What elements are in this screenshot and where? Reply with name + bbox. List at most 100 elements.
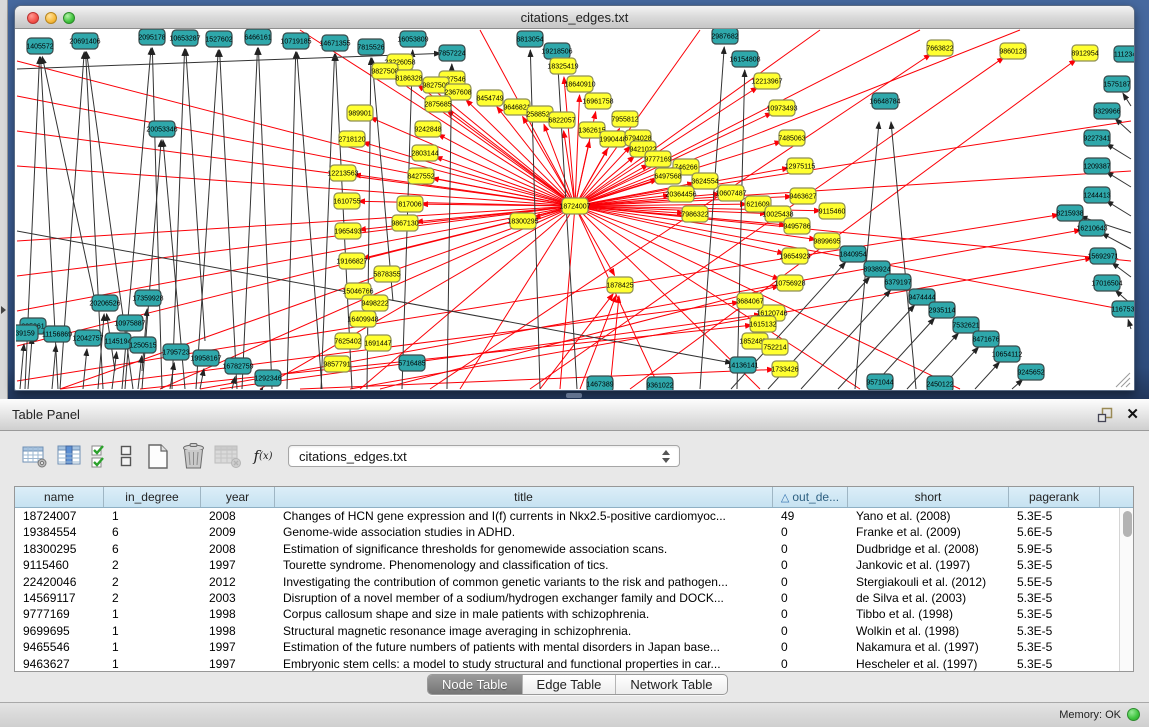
graph-node[interactable]: 989901 xyxy=(347,105,373,121)
graph-node[interactable]: 10973493 xyxy=(766,100,797,116)
tab-network-table[interactable]: Network Table xyxy=(616,675,726,694)
graph-node[interactable]: 2718120 xyxy=(338,131,365,147)
graph-node[interactable]: 3624554 xyxy=(691,173,718,189)
table-row[interactable]: 1830029562008Estimation of significance … xyxy=(15,541,1133,557)
graph-node[interactable]: 2875685 xyxy=(424,96,451,112)
tab-edge-table[interactable]: Edge Table xyxy=(523,675,617,694)
graph-node[interactable]: 8215938 xyxy=(1056,205,1083,221)
graph-node[interactable]: 19654923 xyxy=(779,248,810,264)
split-pane-handle[interactable] xyxy=(566,393,582,398)
graph-node[interactable]: 9571044 xyxy=(866,374,893,390)
graph-node[interactable]: 16154808 xyxy=(729,51,760,67)
graph-node[interactable]: 9899695 xyxy=(813,233,840,249)
graph-node[interactable]: 39159 xyxy=(16,325,38,341)
graph-node[interactable]: 817006 xyxy=(397,196,423,212)
graph-node[interactable]: 7663822 xyxy=(926,40,953,56)
graph-node[interactable]: 1615132 xyxy=(749,316,776,332)
graph-node[interactable]: 14136141 xyxy=(727,357,758,373)
graph-node[interactable]: 10756928 xyxy=(774,275,805,291)
table-row[interactable]: 911546021997Tourette syndrome. Phenomeno… xyxy=(15,557,1133,573)
table-row[interactable]: 969969511998Structural magnetic resonanc… xyxy=(15,623,1133,639)
graph-node[interactable]: 1292346 xyxy=(254,370,281,386)
graph-node[interactable]: 18325419 xyxy=(547,58,578,74)
graph-node[interactable]: 1610755 xyxy=(333,193,360,209)
graph-node[interactable]: 17359928 xyxy=(132,290,163,306)
graph-node[interactable]: 1250515 xyxy=(129,337,156,353)
graph-node[interactable]: 6379197 xyxy=(884,274,911,290)
graph-node[interactable]: 6822057 xyxy=(548,112,575,128)
graph-node[interactable]: 19218506 xyxy=(541,43,572,59)
graph-node[interactable]: 9857791 xyxy=(323,356,350,372)
graph-node[interactable]: 752214 xyxy=(762,339,788,355)
graph-node[interactable]: 2803144 xyxy=(411,145,438,161)
graph-node[interactable]: 6466161 xyxy=(244,29,271,45)
graph-node[interactable]: 1795723 xyxy=(162,344,189,360)
graph-node[interactable]: 20364456 xyxy=(665,186,696,202)
column-header-out_de[interactable]: △out_de... xyxy=(773,487,848,507)
graph-node[interactable]: 1167533 xyxy=(1112,301,1134,317)
graph-node[interactable]: 7625402 xyxy=(334,333,361,349)
table-selector-dropdown[interactable]: citations_edges.txt xyxy=(288,445,680,467)
graph-node[interactable]: 16782759 xyxy=(222,358,253,374)
graph-node[interactable]: 12213967 xyxy=(751,73,782,89)
graph-node[interactable]: 1733426 xyxy=(771,361,798,377)
graph-node[interactable]: 2450122 xyxy=(926,376,953,390)
graph-node[interactable]: 1244413 xyxy=(1083,187,1110,203)
float-panel-icon[interactable] xyxy=(1097,407,1113,423)
graph-node[interactable]: 9227341 xyxy=(1083,130,1110,146)
new-table-icon[interactable] xyxy=(143,441,173,471)
column-header-in_degree[interactable]: in_degree xyxy=(104,487,201,507)
column-header-title[interactable]: title xyxy=(275,487,773,507)
graph-node[interactable]: 9329966 xyxy=(1093,103,1120,119)
graph-node[interactable]: 1990448 xyxy=(599,131,626,147)
graph-node[interactable]: 1405572 xyxy=(26,38,53,54)
network-window-titlebar[interactable]: citations_edges.txt xyxy=(15,6,1134,29)
graph-node[interactable]: 2987682 xyxy=(711,29,738,44)
graph-node[interactable]: 8427552 xyxy=(407,168,434,184)
graph-node[interactable]: 16409948 xyxy=(347,311,378,327)
graph-node[interactable]: 10607487 xyxy=(715,185,746,201)
table-row[interactable]: 1872400712008Changes of HCN gene express… xyxy=(15,508,1133,524)
graph-node[interactable]: 7955812 xyxy=(611,111,638,127)
column-header-short[interactable]: short xyxy=(848,487,1009,507)
graph-node[interactable]: 18640910 xyxy=(564,76,595,92)
graph-node[interactable]: 1965493 xyxy=(334,223,361,239)
graph-node[interactable]: 12213563 xyxy=(327,165,358,181)
graph-node[interactable]: 12042757 xyxy=(72,330,103,346)
graph-node[interactable]: 10654112 xyxy=(992,346,1023,362)
table-row[interactable]: 2242004622012Investigating the contribut… xyxy=(15,574,1133,590)
graph-node[interactable]: 19958167 xyxy=(190,350,221,366)
column-header-year[interactable]: year xyxy=(201,487,275,507)
select-mode-icon[interactable] xyxy=(88,441,112,471)
graph-node[interactable]: 1145194 xyxy=(105,333,132,349)
graph-node[interactable]: 20206526 xyxy=(89,295,120,311)
graph-node[interactable]: 5878355 xyxy=(373,266,400,282)
graph-node[interactable]: 20053346 xyxy=(146,121,177,137)
graph-node[interactable]: 8454749 xyxy=(476,90,503,106)
control-panel-edge[interactable] xyxy=(0,0,8,399)
table-settings-icon[interactable] xyxy=(20,441,50,471)
graph-node[interactable]: 16648784 xyxy=(869,93,900,109)
graph-node[interactable]: 9495786 xyxy=(783,218,810,234)
graph-node[interactable]: 2935114 xyxy=(929,302,956,318)
graph-node[interactable]: 12975115 xyxy=(785,158,816,174)
graph-node[interactable]: 20691406 xyxy=(69,33,100,49)
import-table-icon[interactable] xyxy=(212,441,244,471)
graph-node[interactable]: 2095178 xyxy=(138,29,165,45)
table-row[interactable]: 1938455462009Genome-wide association stu… xyxy=(15,524,1133,540)
row-height-icon[interactable] xyxy=(117,441,135,471)
column-header-pagerank[interactable]: pagerank xyxy=(1009,487,1100,507)
graph-node[interactable]: 7986322 xyxy=(681,206,708,222)
graph-node[interactable]: 16053809 xyxy=(397,31,428,47)
show-columns-icon[interactable] xyxy=(55,441,85,471)
table-row[interactable]: 1456911722003Disruption of a novel membe… xyxy=(15,590,1133,606)
graph-node[interactable]: 19166827 xyxy=(336,253,367,269)
graph-node[interactable]: 16210643 xyxy=(1076,220,1107,236)
function-builder-icon[interactable]: f(x) xyxy=(248,441,278,471)
delete-table-icon[interactable] xyxy=(177,441,209,471)
graph-node[interactable]: 14671355 xyxy=(319,35,350,51)
graph-node[interactable]: 1112340 xyxy=(1114,46,1134,62)
graph-node[interactable]: 9361022 xyxy=(646,377,673,390)
graph-node[interactable]: 10719185 xyxy=(280,33,311,49)
graph-node[interactable]: 5716485 xyxy=(398,355,425,371)
